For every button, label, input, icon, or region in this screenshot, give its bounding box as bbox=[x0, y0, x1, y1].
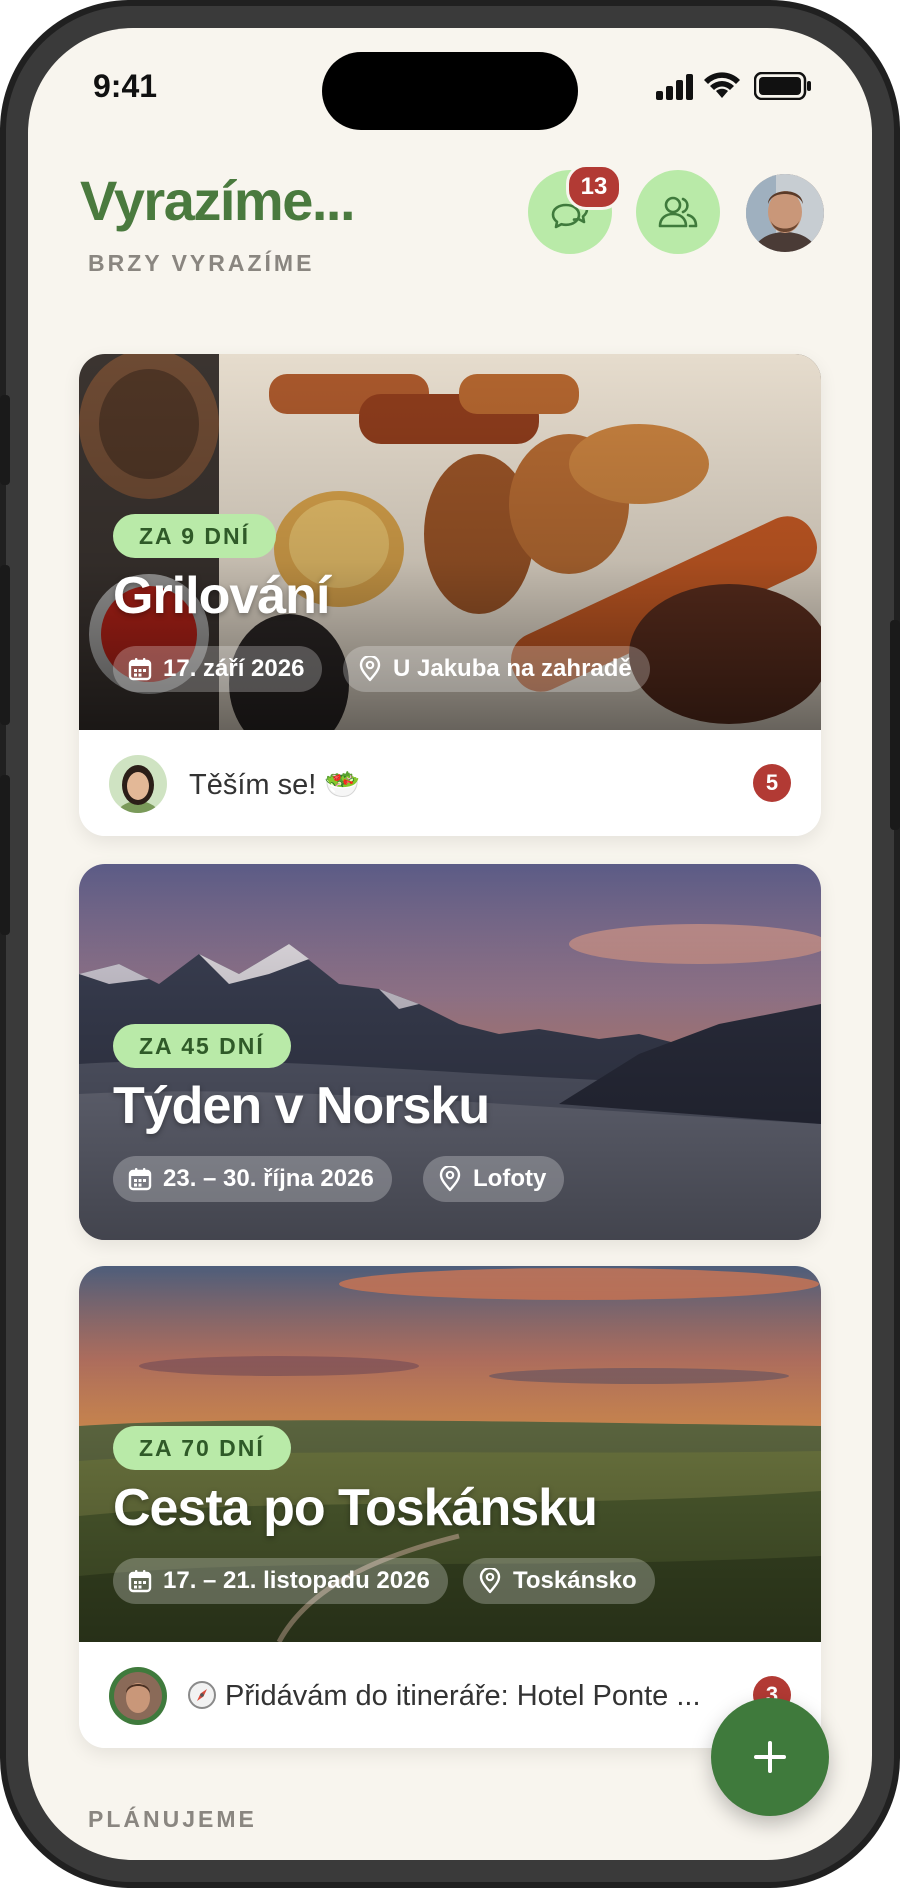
mute-switch bbox=[0, 395, 10, 485]
location-pin-icon bbox=[357, 656, 383, 682]
unread-badge: 5 bbox=[753, 764, 791, 802]
trip-card-image: ZA 9 DNÍ Grilování 17. září 2026 U Jakub… bbox=[79, 354, 821, 730]
status-bar: 9:41 bbox=[28, 28, 872, 148]
wifi-icon bbox=[704, 72, 740, 98]
date-chip: 17. – 21. listopadu 2026 bbox=[113, 1558, 448, 1604]
trip-title: Grilování bbox=[113, 567, 330, 625]
profile-avatar[interactable] bbox=[746, 174, 824, 252]
friends-button[interactable] bbox=[636, 170, 720, 254]
trip-card-image: ZA 70 DNÍ Cesta po Toskánsku 17. – 21. l… bbox=[79, 1266, 821, 1642]
last-message-row-content: Přidávám do itineráře: Hotel Ponte ... bbox=[187, 1680, 701, 1713]
sender-avatar bbox=[109, 1667, 167, 1725]
last-message-row[interactable]: Těším se! 🥗 5 bbox=[79, 730, 821, 836]
trip-card-image: ZA 45 DNÍ Týden v Norsku 23. – 30. října… bbox=[79, 864, 821, 1240]
trip-title: Týden v Norsku bbox=[113, 1077, 490, 1135]
calendar-icon bbox=[127, 656, 153, 682]
trip-place: U Jakuba na zahradě bbox=[393, 655, 632, 682]
countdown-pill: ZA 70 DNÍ bbox=[113, 1426, 291, 1470]
man-portrait-icon bbox=[109, 1667, 167, 1725]
add-trip-button[interactable] bbox=[711, 1698, 829, 1816]
location-pin-icon bbox=[477, 1568, 503, 1594]
trip-date: 17. – 21. listopadu 2026 bbox=[163, 1567, 430, 1594]
last-message-text: Přidávám do itineráře: Hotel Ponte ... bbox=[225, 1680, 701, 1712]
last-message-row[interactable]: Přidávám do itineráře: Hotel Ponte ... 3 bbox=[79, 1642, 821, 1748]
section-upcoming: BRZY VYRAZÍME bbox=[88, 250, 315, 276]
trip-place: Toskánsko bbox=[513, 1567, 637, 1594]
date-chip: 23. – 30. října 2026 bbox=[113, 1156, 392, 1202]
trip-title: Cesta po Toskánsku bbox=[113, 1479, 598, 1537]
countdown-pill: ZA 45 DNÍ bbox=[113, 1024, 291, 1068]
trip-date: 23. – 30. října 2026 bbox=[163, 1165, 374, 1192]
compass-icon bbox=[188, 1681, 216, 1709]
people-icon bbox=[658, 196, 698, 228]
countdown-pill: ZA 9 DNÍ bbox=[113, 514, 276, 558]
cellular-signal-icon bbox=[656, 74, 693, 100]
woman-portrait-icon bbox=[109, 755, 167, 813]
volume-up-button bbox=[0, 565, 10, 725]
dynamic-island bbox=[322, 52, 578, 130]
man-portrait-icon bbox=[746, 174, 824, 252]
chat-unread-badge: 13 bbox=[566, 164, 622, 210]
screen: 9:41 Vyrazíme... 13 BRZY VYRAZÍME ZA 9 D… bbox=[28, 28, 872, 1860]
trip-card-norsko[interactable]: ZA 45 DNÍ Týden v Norsku 23. – 30. října… bbox=[79, 864, 821, 1240]
volume-down-button bbox=[0, 775, 10, 935]
place-chip: Lofoty bbox=[423, 1156, 565, 1202]
section-planning: PLÁNUJEME bbox=[88, 1806, 257, 1832]
sender-avatar bbox=[109, 755, 167, 813]
calendar-icon bbox=[127, 1568, 153, 1594]
calendar-icon bbox=[127, 1166, 153, 1192]
place-chip: U Jakuba na zahradě bbox=[343, 646, 650, 692]
trip-card-grilovani[interactable]: ZA 9 DNÍ Grilování 17. září 2026 U Jakub… bbox=[79, 354, 821, 836]
last-message-text: Těším se! 🥗 bbox=[189, 769, 361, 801]
phone-frame: 9:41 Vyrazíme... 13 BRZY VYRAZÍME ZA 9 D… bbox=[0, 0, 900, 1888]
page-title: Vyrazíme... bbox=[80, 169, 356, 232]
location-pin-icon bbox=[437, 1166, 463, 1192]
status-time: 9:41 bbox=[93, 68, 158, 104]
trip-date: 17. září 2026 bbox=[163, 655, 305, 682]
power-button bbox=[890, 620, 900, 830]
trip-card-toskansko[interactable]: ZA 70 DNÍ Cesta po Toskánsku 17. – 21. l… bbox=[79, 1266, 821, 1748]
plus-icon bbox=[754, 1741, 786, 1773]
place-chip: Toskánsko bbox=[463, 1558, 655, 1604]
battery-icon bbox=[754, 72, 811, 100]
trip-place: Lofoty bbox=[473, 1165, 547, 1192]
date-chip: 17. září 2026 bbox=[113, 646, 323, 692]
